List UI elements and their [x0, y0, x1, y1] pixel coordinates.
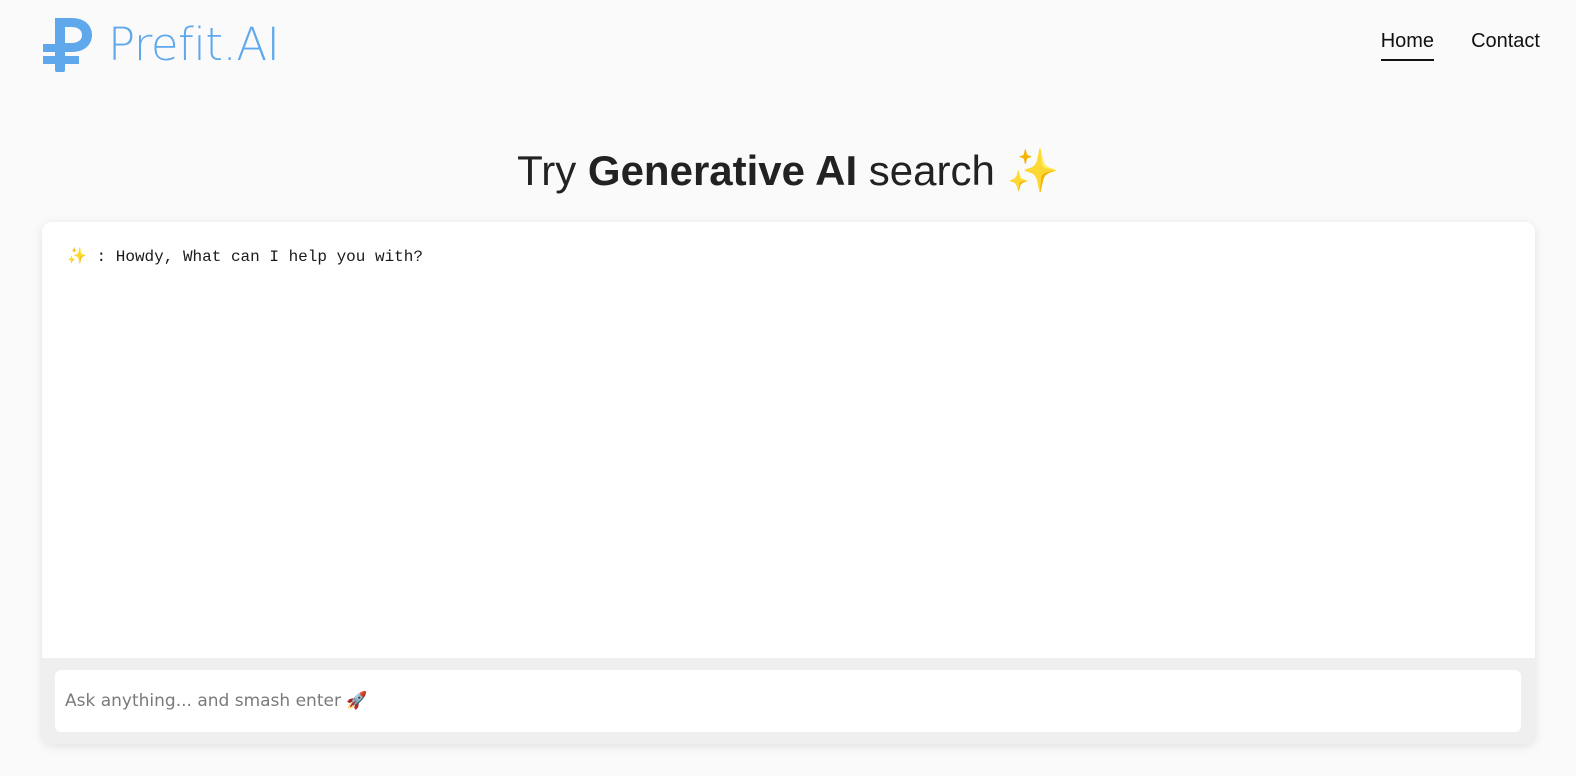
- chat-prompt-input[interactable]: [55, 670, 1521, 732]
- sparkles-avatar-icon: ✨: [67, 248, 87, 266]
- site-header: Prefit.AI Home Contact: [0, 0, 1576, 90]
- brand-logo-link[interactable]: Prefit.AI: [42, 14, 280, 74]
- title-suffix: search: [857, 147, 1007, 195]
- assistant-message: ✨ : Howdy, What can I help you with?: [67, 246, 423, 266]
- page-title: Try Generative AI search ✨: [0, 146, 1576, 196]
- sparkles-icon: ✨: [1006, 147, 1059, 195]
- message-text: Howdy, What can I help you with?: [115, 248, 423, 266]
- chat-input-bar: [42, 658, 1535, 744]
- message-separator: :: [86, 248, 116, 266]
- brand-name: Prefit.AI: [108, 17, 280, 71]
- nav-contact-link[interactable]: Contact: [1471, 30, 1540, 61]
- title-prefix: Try: [517, 147, 588, 195]
- main-nav: Home Contact: [1380, 30, 1540, 61]
- chat-message-log[interactable]: ✨ : Howdy, What can I help you with?: [42, 222, 1535, 658]
- chat-panel: ✨ : Howdy, What can I help you with?: [42, 222, 1535, 744]
- ruble-sign-icon: [43, 18, 92, 72]
- title-emphasis: Generative AI: [587, 147, 858, 195]
- nav-home-link[interactable]: Home: [1380, 30, 1435, 61]
